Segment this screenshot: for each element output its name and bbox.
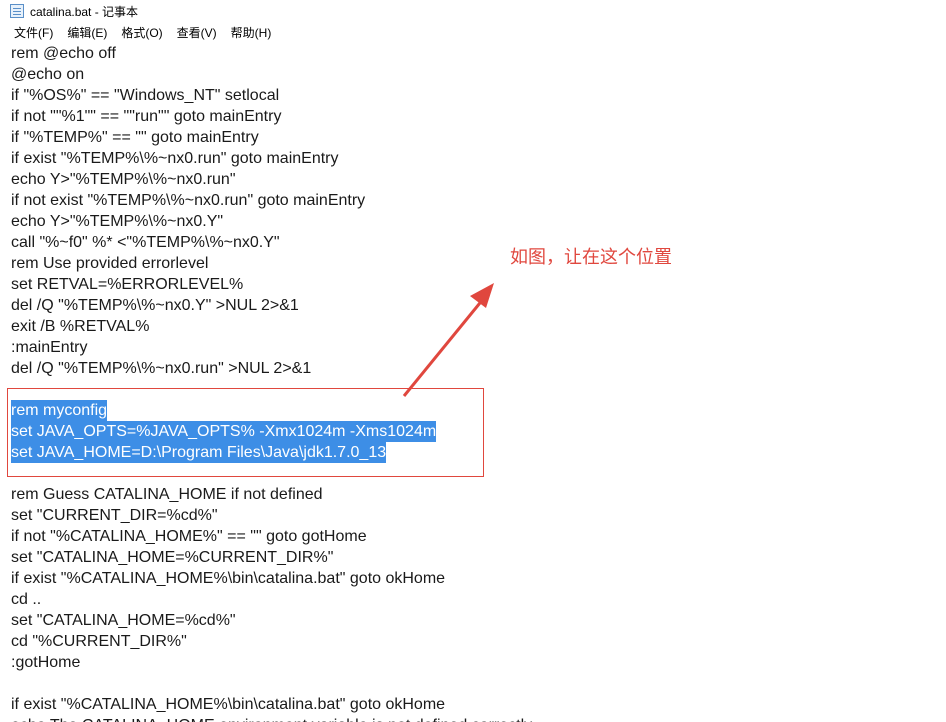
annotation-arrow (402, 283, 494, 397)
annotation-text: 如图，让在这个位置 (510, 247, 672, 267)
